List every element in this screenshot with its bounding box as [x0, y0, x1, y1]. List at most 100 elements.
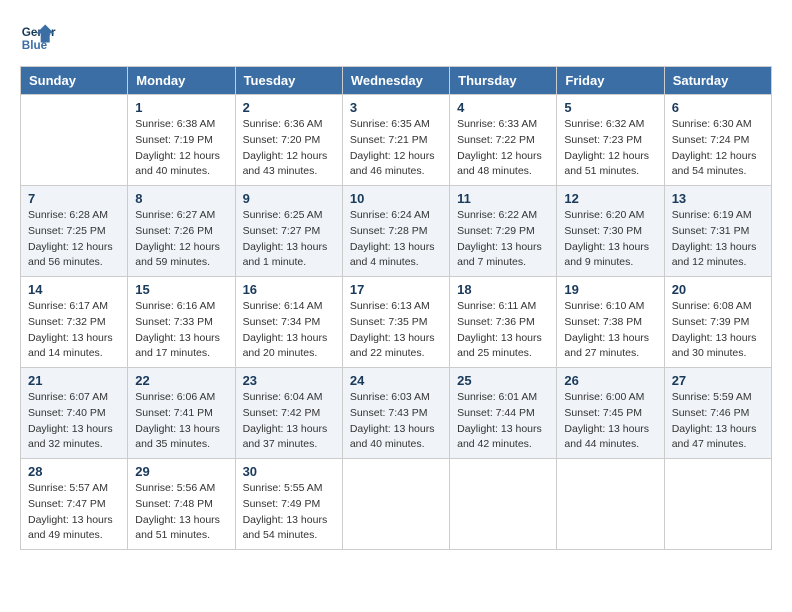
day-number: 26 [564, 373, 656, 388]
day-info-line: Daylight: 13 hours [457, 331, 549, 347]
calendar-cell: 21Sunrise: 6:07 AMSunset: 7:40 PMDayligh… [21, 368, 128, 459]
calendar-cell: 2Sunrise: 6:36 AMSunset: 7:20 PMDaylight… [235, 95, 342, 186]
col-header-tuesday: Tuesday [235, 67, 342, 95]
day-info-line: and 49 minutes. [28, 528, 120, 544]
day-info-line: Sunset: 7:31 PM [672, 224, 764, 240]
col-header-monday: Monday [128, 67, 235, 95]
logo-icon: General Blue [20, 20, 56, 56]
day-info-line: Sunset: 7:24 PM [672, 133, 764, 149]
day-info: Sunrise: 6:14 AMSunset: 7:34 PMDaylight:… [243, 299, 335, 362]
day-info: Sunrise: 5:59 AMSunset: 7:46 PMDaylight:… [672, 390, 764, 453]
day-number: 16 [243, 282, 335, 297]
day-info: Sunrise: 6:07 AMSunset: 7:40 PMDaylight:… [28, 390, 120, 453]
day-info-line: Sunrise: 6:04 AM [243, 390, 335, 406]
day-number: 15 [135, 282, 227, 297]
calendar-cell: 15Sunrise: 6:16 AMSunset: 7:33 PMDayligh… [128, 277, 235, 368]
day-info-line: Daylight: 12 hours [28, 240, 120, 256]
col-header-friday: Friday [557, 67, 664, 95]
day-info-line: Daylight: 13 hours [564, 422, 656, 438]
day-number: 18 [457, 282, 549, 297]
day-info-line: Sunset: 7:22 PM [457, 133, 549, 149]
day-info-line: Sunrise: 6:24 AM [350, 208, 442, 224]
day-info-line: Sunset: 7:32 PM [28, 315, 120, 331]
day-info: Sunrise: 6:32 AMSunset: 7:23 PMDaylight:… [564, 117, 656, 180]
calendar-cell: 18Sunrise: 6:11 AMSunset: 7:36 PMDayligh… [450, 277, 557, 368]
day-info: Sunrise: 6:33 AMSunset: 7:22 PMDaylight:… [457, 117, 549, 180]
day-info-line: Sunrise: 6:36 AM [243, 117, 335, 133]
day-info-line: and 56 minutes. [28, 255, 120, 271]
day-info-line: Sunset: 7:41 PM [135, 406, 227, 422]
day-info-line: Daylight: 13 hours [28, 422, 120, 438]
day-info-line: Daylight: 13 hours [672, 240, 764, 256]
day-number: 24 [350, 373, 442, 388]
day-info-line: Sunrise: 6:01 AM [457, 390, 549, 406]
day-info-line: and 17 minutes. [135, 346, 227, 362]
calendar-cell: 7Sunrise: 6:28 AMSunset: 7:25 PMDaylight… [21, 186, 128, 277]
day-info-line: Sunset: 7:40 PM [28, 406, 120, 422]
day-info-line: and 35 minutes. [135, 437, 227, 453]
day-info-line: Daylight: 13 hours [135, 422, 227, 438]
day-number: 14 [28, 282, 120, 297]
day-info-line: Sunset: 7:26 PM [135, 224, 227, 240]
day-info-line: Daylight: 13 hours [243, 331, 335, 347]
day-info: Sunrise: 6:38 AMSunset: 7:19 PMDaylight:… [135, 117, 227, 180]
day-info-line: Daylight: 13 hours [457, 240, 549, 256]
day-number: 22 [135, 373, 227, 388]
day-info-line: Sunset: 7:46 PM [672, 406, 764, 422]
col-header-thursday: Thursday [450, 67, 557, 95]
day-info-line: Daylight: 13 hours [672, 331, 764, 347]
day-info: Sunrise: 6:30 AMSunset: 7:24 PMDaylight:… [672, 117, 764, 180]
day-info-line: and 59 minutes. [135, 255, 227, 271]
calendar-cell: 30Sunrise: 5:55 AMSunset: 7:49 PMDayligh… [235, 459, 342, 550]
day-info-line: and 51 minutes. [564, 164, 656, 180]
day-info-line: Daylight: 12 hours [135, 149, 227, 165]
day-info-line: Daylight: 12 hours [564, 149, 656, 165]
day-info-line: and 22 minutes. [350, 346, 442, 362]
calendar-cell: 11Sunrise: 6:22 AMSunset: 7:29 PMDayligh… [450, 186, 557, 277]
day-info: Sunrise: 6:36 AMSunset: 7:20 PMDaylight:… [243, 117, 335, 180]
day-info-line: Sunset: 7:44 PM [457, 406, 549, 422]
day-info-line: Sunrise: 6:14 AM [243, 299, 335, 315]
day-info: Sunrise: 6:08 AMSunset: 7:39 PMDaylight:… [672, 299, 764, 362]
day-info: Sunrise: 6:27 AMSunset: 7:26 PMDaylight:… [135, 208, 227, 271]
week-row-3: 14Sunrise: 6:17 AMSunset: 7:32 PMDayligh… [21, 277, 772, 368]
day-info-line: and 54 minutes. [672, 164, 764, 180]
day-info-line: Sunset: 7:23 PM [564, 133, 656, 149]
day-number: 27 [672, 373, 764, 388]
calendar-cell: 17Sunrise: 6:13 AMSunset: 7:35 PMDayligh… [342, 277, 449, 368]
calendar-cell: 14Sunrise: 6:17 AMSunset: 7:32 PMDayligh… [21, 277, 128, 368]
calendar-cell: 13Sunrise: 6:19 AMSunset: 7:31 PMDayligh… [664, 186, 771, 277]
calendar-cell: 22 Sunrise: 6:06 AMSunset: 7:41 PMDayligh… [128, 368, 235, 459]
day-info: Sunrise: 6:06 AMSunset: 7:41 PMDaylight:… [135, 390, 227, 453]
calendar-cell: 26Sunrise: 6:00 AMSunset: 7:45 PMDayligh… [557, 368, 664, 459]
day-info-line: Sunset: 7:36 PM [457, 315, 549, 331]
day-info-line: Daylight: 12 hours [135, 240, 227, 256]
day-info-line: Daylight: 12 hours [672, 149, 764, 165]
day-info-line: Sunrise: 5:55 AM [243, 481, 335, 497]
header: General Blue [20, 20, 772, 56]
week-row-1: 1Sunrise: 6:38 AMSunset: 7:19 PMDaylight… [21, 95, 772, 186]
day-number: 20 [672, 282, 764, 297]
col-header-saturday: Saturday [664, 67, 771, 95]
day-info-line: Sunset: 7:38 PM [564, 315, 656, 331]
day-info-line: Sunrise: 6:06 AM [135, 390, 227, 406]
day-info: Sunrise: 6:01 AMSunset: 7:44 PMDaylight:… [457, 390, 549, 453]
day-number: 17 [350, 282, 442, 297]
calendar-cell: 19Sunrise: 6:10 AMSunset: 7:38 PMDayligh… [557, 277, 664, 368]
day-number: 5 [564, 100, 656, 115]
day-number: 3 [350, 100, 442, 115]
calendar-cell: 16 Sunrise: 6:14 AMSunset: 7:34 PMDayligh… [235, 277, 342, 368]
day-info-line: Sunrise: 6:10 AM [564, 299, 656, 315]
day-info-line: Sunset: 7:19 PM [135, 133, 227, 149]
day-info-line: and 25 minutes. [457, 346, 549, 362]
week-row-5: 28Sunrise: 5:57 AMSunset: 7:47 PMDayligh… [21, 459, 772, 550]
day-info-line: Sunrise: 6:22 AM [457, 208, 549, 224]
day-info-line: Sunrise: 6:00 AM [564, 390, 656, 406]
calendar-cell: 6Sunrise: 6:30 AMSunset: 7:24 PMDaylight… [664, 95, 771, 186]
day-info-line: and 7 minutes. [457, 255, 549, 271]
day-info-line: and 48 minutes. [457, 164, 549, 180]
logo: General Blue [20, 20, 56, 56]
day-info-line: Sunset: 7:34 PM [243, 315, 335, 331]
day-info-line: Daylight: 13 hours [564, 331, 656, 347]
day-info-line: and 30 minutes. [672, 346, 764, 362]
